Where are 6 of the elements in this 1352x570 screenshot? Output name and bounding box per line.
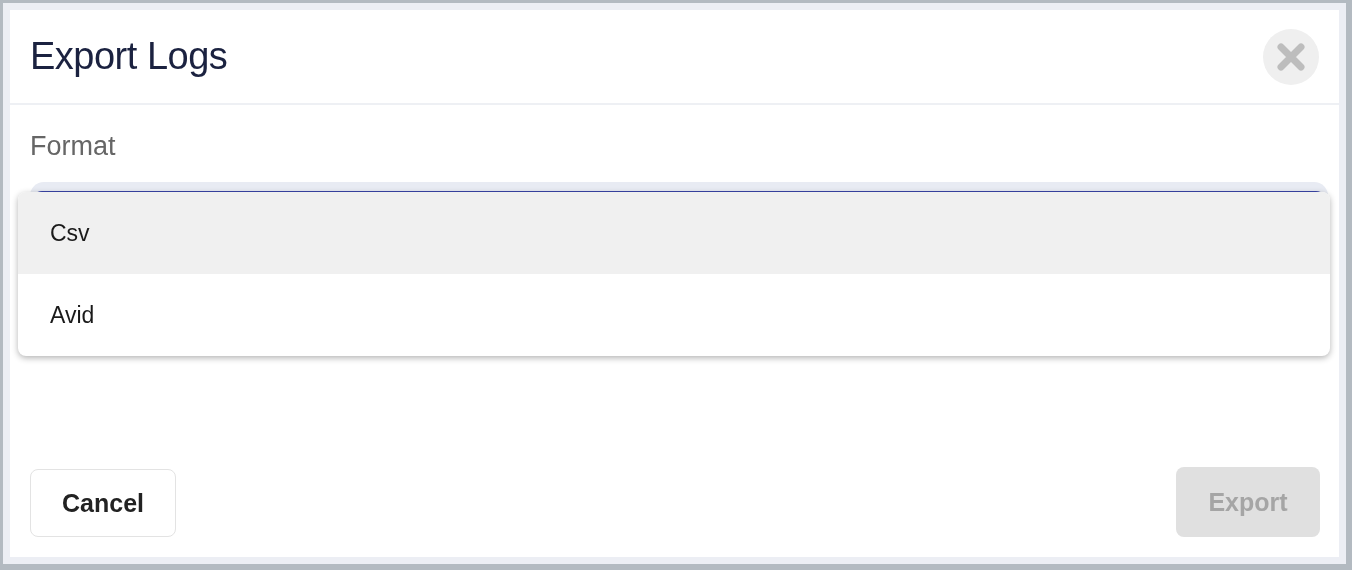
field-label: Format (30, 131, 116, 162)
dropdown-option[interactable]: Avid (18, 274, 1330, 356)
cancel-button[interactable]: Cancel (30, 469, 176, 537)
dropdown-option[interactable]: Csv (18, 192, 1330, 274)
dialog-title: Export Logs (30, 35, 228, 78)
close-icon (1276, 41, 1306, 72)
